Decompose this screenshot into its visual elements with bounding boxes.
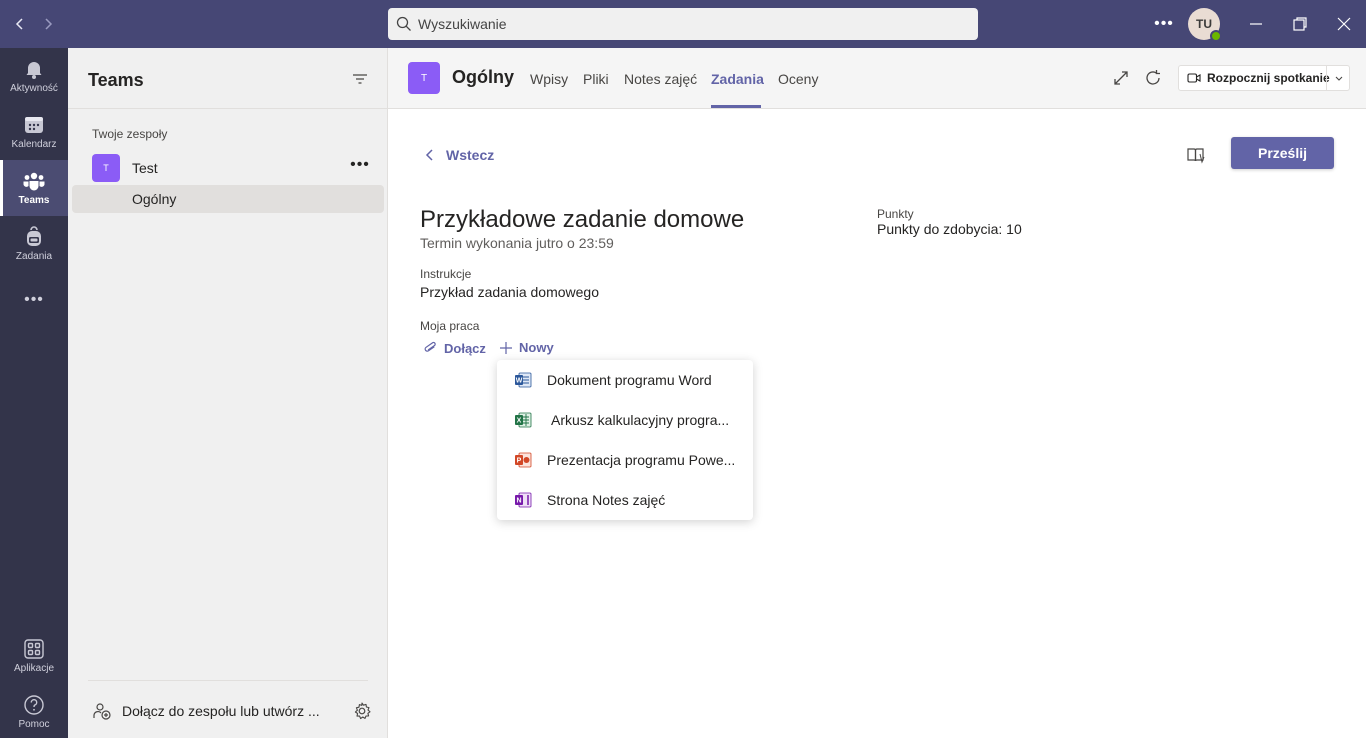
menu-item-onenote[interactable]: N Strona Notes zajęć (497, 480, 753, 520)
attach-label: Dołącz (444, 340, 486, 356)
rail-label: Zadania (15, 251, 53, 262)
search-input[interactable] (418, 16, 958, 32)
join-or-create-team-button[interactable]: Dołącz do zespołu lub utwórz ... (92, 700, 332, 722)
rail-more-icon[interactable]: ••• (0, 272, 68, 328)
teams-panel: Teams Twoje zespoły T Test ••• Ogólny Do… (68, 48, 388, 738)
channel-item-general[interactable]: Ogólny (72, 185, 384, 213)
section-label: Twoje zespoły (92, 127, 168, 141)
due-date: Termin wykonania jutro o 23:59 (420, 235, 614, 251)
new-file-menu: W Dokument programu Word X Arkusz kalkul… (497, 360, 753, 520)
refresh-icon[interactable] (1143, 68, 1163, 88)
tab-posts[interactable]: Wpisy (530, 71, 568, 87)
new-file-button[interactable]: Nowy (499, 340, 554, 355)
menu-item-label: Dokument programu Word (547, 372, 712, 388)
new-label: Nowy (519, 340, 554, 355)
avatar[interactable]: TU (1188, 8, 1222, 42)
team-item-test[interactable]: T Test ••• (72, 152, 384, 184)
chevron-left-icon (425, 149, 433, 161)
menu-item-label: Arkusz kalkulacyjny progra... (551, 412, 730, 428)
word-icon: W (515, 372, 532, 388)
instructions-label: Instrukcje (420, 267, 472, 281)
bell-icon (26, 62, 42, 79)
minimize-icon[interactable] (1244, 12, 1268, 36)
svg-text:P: P (517, 458, 522, 465)
app-rail: Aktywność Kalendarz Teams Zadania ••• Ap… (0, 48, 68, 738)
divider (68, 108, 388, 109)
team-name: Test (132, 160, 158, 176)
start-meeting-button[interactable]: Rozpocznij spotkanie (1178, 65, 1350, 91)
video-camera-icon (1187, 73, 1201, 83)
active-tab-indicator (711, 105, 761, 108)
back-button[interactable]: Wstecz (424, 147, 494, 163)
points-label: Punkty (877, 207, 914, 221)
join-label: Dołącz do zespołu lub utwórz ... (122, 703, 320, 719)
search-box[interactable] (388, 8, 978, 40)
team-avatar: T (92, 154, 120, 182)
filter-icon[interactable] (350, 70, 370, 88)
channel-avatar: T (408, 62, 440, 94)
rail-item-activity[interactable]: Aktywność (0, 48, 68, 104)
rail-label: Pomoc (18, 719, 50, 730)
rail-label: Aplikacje (13, 663, 55, 674)
menu-item-label: Prezentacja programu Powe... (547, 452, 736, 468)
tab-class-notebook[interactable]: Notes zajęć (624, 71, 697, 87)
panel-title: Teams (88, 70, 144, 90)
rail-label: Teams (18, 195, 50, 206)
channel-title: Ogólny (452, 67, 514, 87)
my-work-label: Moja praca (420, 319, 480, 333)
forward-arrow-icon[interactable] (38, 14, 58, 34)
rail-item-calendar[interactable]: Kalendarz (0, 104, 68, 160)
rail-label: Aktywność (10, 83, 58, 94)
menu-item-word[interactable]: W Dokument programu Word (497, 360, 753, 400)
calendar-icon (25, 117, 43, 133)
rail-label: Kalendarz (11, 139, 57, 150)
presence-status-icon (1210, 30, 1222, 42)
back-arrow-icon[interactable] (10, 14, 30, 34)
onenote-icon: N (515, 492, 532, 508)
instructions-text: Przykład zadania domowego (420, 284, 599, 300)
rail-item-teams[interactable]: Teams (0, 160, 68, 216)
help-icon (24, 695, 44, 715)
menu-item-label: Strona Notes zajęć (547, 492, 666, 508)
start-meeting-label: Rozpocznij spotkanie (1207, 71, 1330, 85)
restore-icon[interactable] (1288, 12, 1312, 36)
svg-text:X: X (517, 418, 522, 425)
menu-item-powerpoint[interactable]: P Prezentacja programu Powe... (497, 440, 753, 480)
points-value: Punkty do zdobycia: 10 (877, 221, 1022, 237)
rail-item-apps[interactable]: Aplikacje (0, 628, 68, 684)
expand-icon[interactable] (1111, 68, 1131, 88)
plus-icon (500, 341, 512, 354)
close-icon[interactable] (1332, 12, 1356, 36)
svg-text:W: W (516, 378, 523, 385)
apps-icon (24, 639, 44, 659)
teams-icon (23, 172, 45, 191)
excel-icon: X (515, 412, 532, 428)
powerpoint-icon: P (515, 452, 532, 468)
backpack-icon (27, 226, 41, 246)
immersive-reader-icon[interactable] (1186, 145, 1206, 165)
tab-assignments[interactable]: Zadania (711, 71, 764, 87)
channel-header: T Ogólny Wpisy Pliki Notes zajęć Zadania… (388, 48, 1366, 109)
title-bar: ••• TU (0, 0, 1366, 48)
attach-button[interactable]: Dołącz (422, 340, 486, 356)
search-icon (396, 16, 411, 31)
menu-item-excel[interactable]: X Arkusz kalkulacyjny progra... (497, 400, 753, 440)
assignment-title: Przykładowe zadanie domowe (420, 206, 745, 233)
tab-grades[interactable]: Oceny (778, 71, 818, 87)
tab-files[interactable]: Pliki (583, 71, 609, 87)
rail-item-assignments[interactable]: Zadania (0, 216, 68, 272)
channel-name: Ogólny (132, 191, 177, 207)
rail-item-help[interactable]: Pomoc (0, 684, 68, 738)
avatar-initials: TU (1196, 17, 1212, 31)
gear-icon[interactable] (352, 701, 372, 721)
chevron-down-icon[interactable] (1332, 71, 1346, 85)
more-options-icon[interactable]: ••• (1154, 12, 1174, 36)
add-team-icon (93, 703, 111, 720)
back-label: Wstecz (446, 147, 495, 163)
submit-button[interactable]: Prześlij (1231, 137, 1334, 169)
svg-text:N: N (516, 498, 521, 505)
more-options-icon[interactable]: ••• (348, 156, 372, 176)
divider (88, 680, 368, 681)
paperclip-icon (424, 341, 436, 352)
